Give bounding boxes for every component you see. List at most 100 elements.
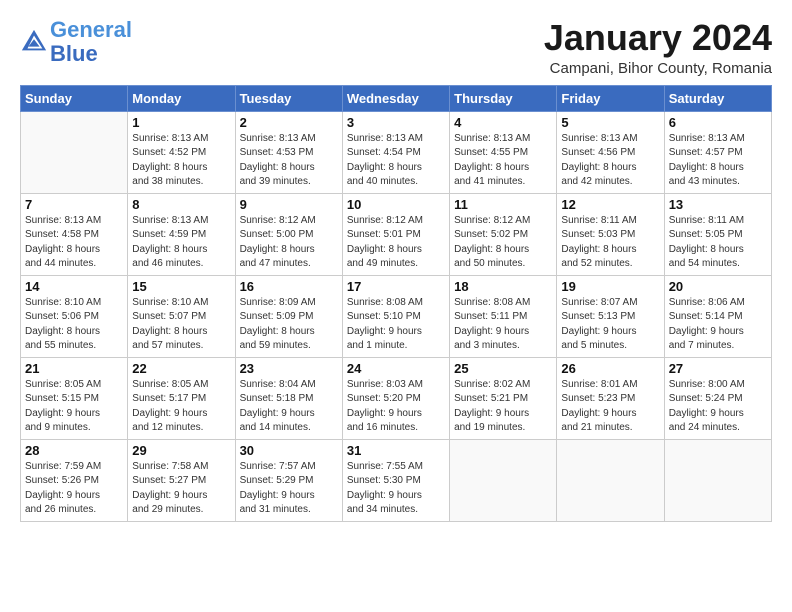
day-info: Sunrise: 8:12 AM Sunset: 5:00 PM Dayligh…	[240, 214, 338, 272]
day-info: Sunrise: 8:12 AM Sunset: 5:01 PM Dayligh…	[347, 214, 445, 272]
title-area: January 2024 Campani, Bihor County, Roma…	[544, 18, 772, 77]
col-monday: Monday	[128, 85, 235, 111]
day-number: 6	[669, 115, 767, 130]
day-info: Sunrise: 8:05 AM Sunset: 5:17 PM Dayligh…	[132, 378, 230, 436]
day-info: Sunrise: 8:08 AM Sunset: 5:11 PM Dayligh…	[454, 296, 552, 354]
day-number: 17	[347, 279, 445, 294]
day-number: 11	[454, 197, 552, 212]
day-info: Sunrise: 8:04 AM Sunset: 5:18 PM Dayligh…	[240, 378, 338, 436]
day-number: 20	[669, 279, 767, 294]
day-info: Sunrise: 8:13 AM Sunset: 4:57 PM Dayligh…	[669, 132, 767, 190]
day-number: 25	[454, 361, 552, 376]
calendar-cell: 3 Sunrise: 8:13 AM Sunset: 4:54 PM Daylig…	[342, 111, 449, 193]
calendar-cell: 17Sunrise: 8:08 AM Sunset: 5:10 PM Dayli…	[342, 275, 449, 357]
calendar-cell: 1Sunrise: 8:13 AM Sunset: 4:52 PM Daylig…	[128, 111, 235, 193]
day-number: 19	[561, 279, 659, 294]
day-number: 3	[347, 115, 445, 130]
calendar-cell	[557, 439, 664, 521]
calendar-cell: 4 Sunrise: 8:13 AM Sunset: 4:55 PM Daylig…	[450, 111, 557, 193]
calendar-cell: 31 Sunrise: 7:55 AM Sunset: 5:30 PM Dayli…	[342, 439, 449, 521]
col-sunday: Sunday	[21, 85, 128, 111]
day-number: 12	[561, 197, 659, 212]
day-info: Sunrise: 7:58 AM Sunset: 5:27 PM Dayligh…	[132, 460, 230, 518]
calendar-cell	[21, 111, 128, 193]
calendar-cell: 21Sunrise: 8:05 AM Sunset: 5:15 PM Dayli…	[21, 357, 128, 439]
day-info: Sunrise: 8:12 AM Sunset: 5:02 PM Dayligh…	[454, 214, 552, 272]
day-info: Sunrise: 8:00 AM Sunset: 5:24 PM Dayligh…	[669, 378, 767, 436]
day-number: 4	[454, 115, 552, 130]
calendar-cell: 18Sunrise: 8:08 AM Sunset: 5:11 PM Dayli…	[450, 275, 557, 357]
calendar-cell: 6 Sunrise: 8:13 AM Sunset: 4:57 PM Daylig…	[664, 111, 771, 193]
calendar-cell: 27 Sunrise: 8:00 AM Sunset: 5:24 PM Dayli…	[664, 357, 771, 439]
day-info: Sunrise: 8:13 AM Sunset: 4:54 PM Dayligh…	[347, 132, 445, 190]
day-info: Sunrise: 8:13 AM Sunset: 4:52 PM Dayligh…	[132, 132, 230, 190]
calendar-cell	[664, 439, 771, 521]
day-info: Sunrise: 7:55 AM Sunset: 5:30 PM Dayligh…	[347, 460, 445, 518]
day-info: Sunrise: 8:02 AM Sunset: 5:21 PM Dayligh…	[454, 378, 552, 436]
day-number: 8	[132, 197, 230, 212]
header: General Blue January 2024 Campani, Bihor…	[20, 18, 772, 77]
calendar-cell: 20 Sunrise: 8:06 AM Sunset: 5:14 PM Dayli…	[664, 275, 771, 357]
calendar-week-3: 21Sunrise: 8:05 AM Sunset: 5:15 PM Dayli…	[21, 357, 772, 439]
calendar-table: Sunday Monday Tuesday Wednesday Thursday…	[20, 85, 772, 522]
col-saturday: Saturday	[664, 85, 771, 111]
day-number: 22	[132, 361, 230, 376]
calendar-week-1: 7 Sunrise: 8:13 AM Sunset: 4:58 PM Daylig…	[21, 193, 772, 275]
logo-icon	[20, 28, 48, 56]
day-info: Sunrise: 8:10 AM Sunset: 5:06 PM Dayligh…	[25, 296, 123, 354]
day-number: 31	[347, 443, 445, 458]
logo: General Blue	[20, 18, 132, 66]
calendar-week-2: 14 Sunrise: 8:10 AM Sunset: 5:06 PM Dayli…	[21, 275, 772, 357]
calendar-body: 1Sunrise: 8:13 AM Sunset: 4:52 PM Daylig…	[21, 111, 772, 521]
calendar-cell: 9Sunrise: 8:12 AM Sunset: 5:00 PM Daylig…	[235, 193, 342, 275]
calendar-cell: 30Sunrise: 7:57 AM Sunset: 5:29 PM Dayli…	[235, 439, 342, 521]
calendar-cell: 22 Sunrise: 8:05 AM Sunset: 5:17 PM Dayli…	[128, 357, 235, 439]
day-info: Sunrise: 8:06 AM Sunset: 5:14 PM Dayligh…	[669, 296, 767, 354]
calendar-cell: 19 Sunrise: 8:07 AM Sunset: 5:13 PM Dayli…	[557, 275, 664, 357]
day-number: 5	[561, 115, 659, 130]
calendar-cell: 11 Sunrise: 8:12 AM Sunset: 5:02 PM Dayli…	[450, 193, 557, 275]
calendar-cell: 29 Sunrise: 7:58 AM Sunset: 5:27 PM Dayli…	[128, 439, 235, 521]
col-tuesday: Tuesday	[235, 85, 342, 111]
location-title: Campani, Bihor County, Romania	[544, 60, 772, 77]
calendar-cell: 25 Sunrise: 8:02 AM Sunset: 5:21 PM Dayli…	[450, 357, 557, 439]
month-title: January 2024	[544, 18, 772, 58]
calendar-cell: 12Sunrise: 8:11 AM Sunset: 5:03 PM Dayli…	[557, 193, 664, 275]
calendar-week-4: 28Sunrise: 7:59 AM Sunset: 5:26 PM Dayli…	[21, 439, 772, 521]
calendar-cell: 10 Sunrise: 8:12 AM Sunset: 5:01 PM Dayli…	[342, 193, 449, 275]
calendar-cell: 8 Sunrise: 8:13 AM Sunset: 4:59 PM Daylig…	[128, 193, 235, 275]
day-info: Sunrise: 8:13 AM Sunset: 4:56 PM Dayligh…	[561, 132, 659, 190]
calendar-cell	[450, 439, 557, 521]
calendar-header: Sunday Monday Tuesday Wednesday Thursday…	[21, 85, 772, 111]
calendar-cell: 15 Sunrise: 8:10 AM Sunset: 5:07 PM Dayli…	[128, 275, 235, 357]
day-info: Sunrise: 8:07 AM Sunset: 5:13 PM Dayligh…	[561, 296, 659, 354]
day-number: 15	[132, 279, 230, 294]
day-info: Sunrise: 8:13 AM Sunset: 4:53 PM Dayligh…	[240, 132, 338, 190]
col-friday: Friday	[557, 85, 664, 111]
day-number: 7	[25, 197, 123, 212]
page: General Blue January 2024 Campani, Bihor…	[0, 0, 792, 612]
day-number: 16	[240, 279, 338, 294]
day-number: 29	[132, 443, 230, 458]
day-info: Sunrise: 8:10 AM Sunset: 5:07 PM Dayligh…	[132, 296, 230, 354]
header-row: Sunday Monday Tuesday Wednesday Thursday…	[21, 85, 772, 111]
day-info: Sunrise: 8:09 AM Sunset: 5:09 PM Dayligh…	[240, 296, 338, 354]
day-number: 2	[240, 115, 338, 130]
logo-text: General Blue	[50, 18, 132, 66]
day-number: 23	[240, 361, 338, 376]
day-info: Sunrise: 8:03 AM Sunset: 5:20 PM Dayligh…	[347, 378, 445, 436]
day-number: 27	[669, 361, 767, 376]
day-info: Sunrise: 8:13 AM Sunset: 4:59 PM Dayligh…	[132, 214, 230, 272]
day-number: 14	[25, 279, 123, 294]
day-number: 10	[347, 197, 445, 212]
calendar-cell: 5 Sunrise: 8:13 AM Sunset: 4:56 PM Daylig…	[557, 111, 664, 193]
day-number: 24	[347, 361, 445, 376]
calendar-cell: 2 Sunrise: 8:13 AM Sunset: 4:53 PM Daylig…	[235, 111, 342, 193]
calendar-cell: 13Sunrise: 8:11 AM Sunset: 5:05 PM Dayli…	[664, 193, 771, 275]
day-info: Sunrise: 8:13 AM Sunset: 4:55 PM Dayligh…	[454, 132, 552, 190]
day-number: 28	[25, 443, 123, 458]
col-thursday: Thursday	[450, 85, 557, 111]
day-info: Sunrise: 8:13 AM Sunset: 4:58 PM Dayligh…	[25, 214, 123, 272]
day-number: 21	[25, 361, 123, 376]
calendar-cell: 24 Sunrise: 8:03 AM Sunset: 5:20 PM Dayli…	[342, 357, 449, 439]
